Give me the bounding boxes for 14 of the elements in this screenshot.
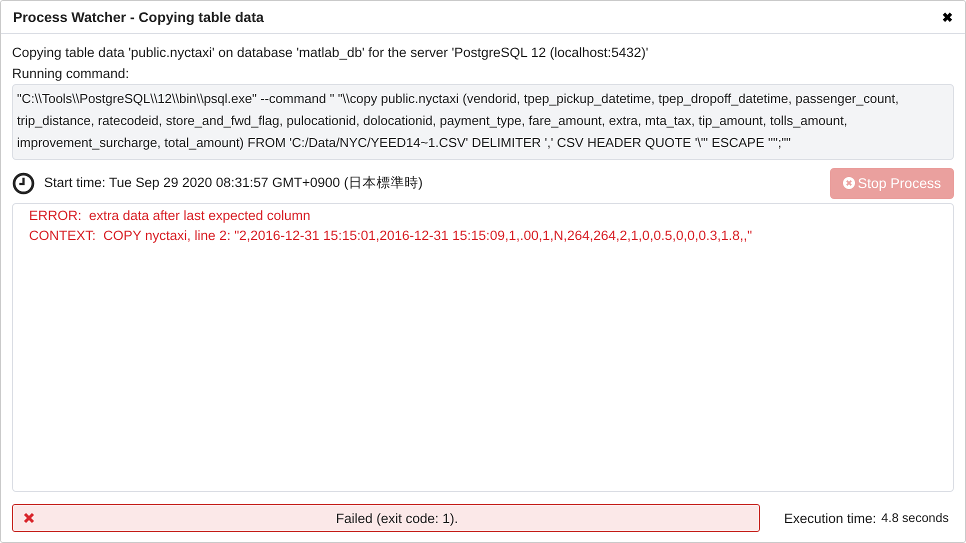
command-text: "C:\\Tools\\PostgreSQL\\12\\bin\\psql.exe" --command " "\\copy public.nyctaxi (vendorid, tpep_pickup_datetime, tpep_dropoff_datetime, passenger_count, trip_distance, ratecodeid, store_and_fwd_flag, pulocationid, dolocationid, payment_type, fare_amount, extra, mta_tax, tip_amount, tolls_amount, improvement_surcharge, total_amount) FROM 'C:/Data/NYC/YEED14~1.CSV' DELIMITER ',' CSV HEADER QUOTE '\"' ESCAPE '''';"": [12, 84, 954, 160]
command-label: Running command:: [12, 65, 130, 83]
log-line: ERROR: extra data after last expected column: [29, 207, 312, 225]
status-text: Failed (exit code: 1).: [334, 510, 460, 526]
close-circle-icon: [842, 177, 855, 189]
log-line: CONTEXT: COPY nyctaxi, line 2: "2,2016-12-31 15:15:01,2016-12-31 15:15:09,1,.00,1,N,264,264,2,1,0,0.5,0,0,0.3,1.8,,": [29, 227, 754, 245]
close-button[interactable]: ✖: [942, 10, 953, 24]
window-title: Process Watcher - Copying table data: [13, 9, 264, 25]
clock-icon: [12, 172, 35, 194]
description-text: Copying table data 'public.nyctaxi' on database 'matlab_db' for the server 'PostgreSQL 12 (localhost:5432)': [12, 44, 650, 62]
start-time: Start time: Tue Sep 29 2020 08:31:57 GMT+0900 (日本標準時): [44, 174, 423, 192]
execution-time-value: 4.8 seconds: [881, 511, 949, 525]
execution-time-label: Execution time:: [784, 510, 876, 526]
cross-icon: [23, 512, 35, 524]
